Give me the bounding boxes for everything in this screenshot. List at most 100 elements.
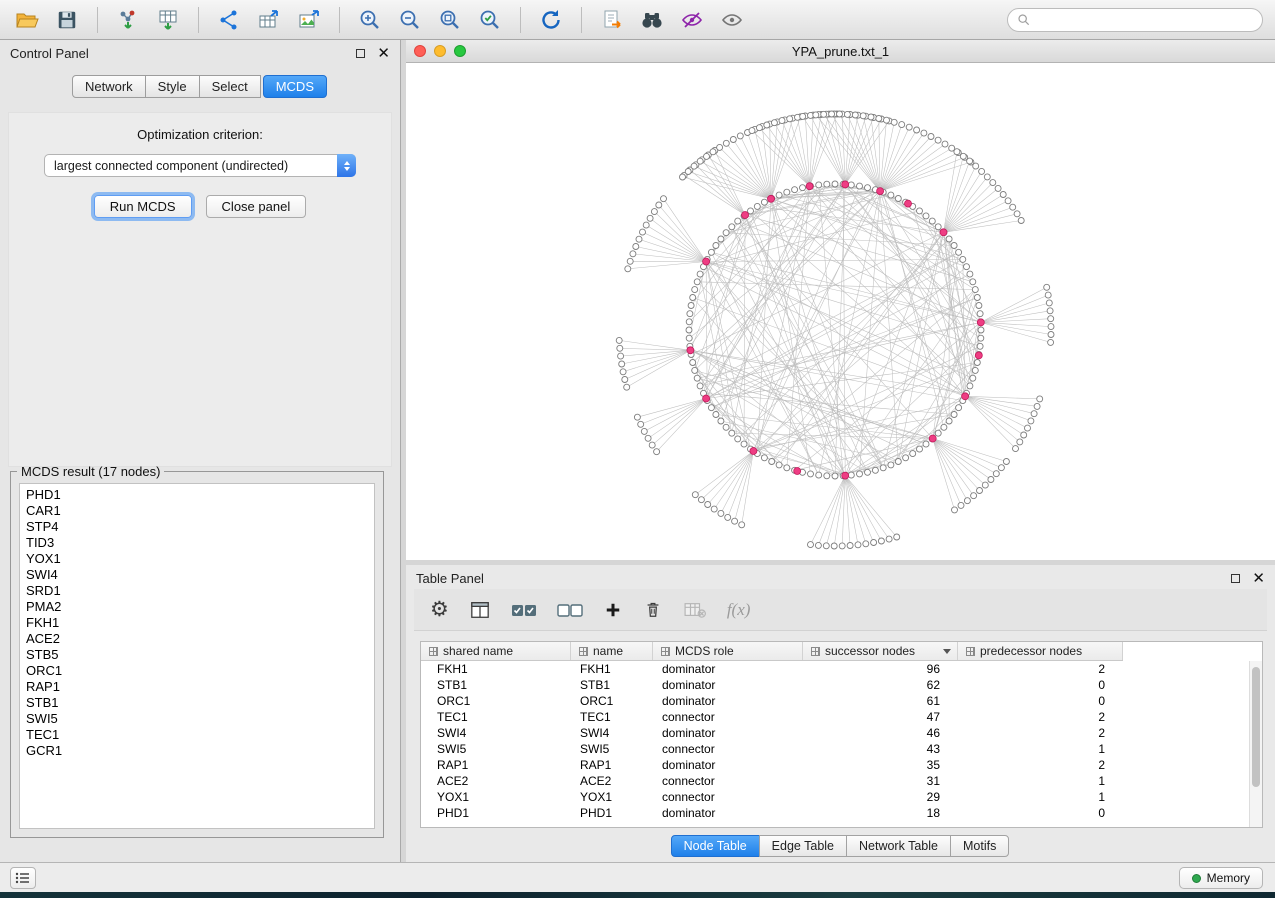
function-builder-button[interactable]: f(x) — [727, 595, 751, 625]
network-canvas[interactable] — [406, 63, 1275, 560]
table-tab-network-table[interactable]: Network Table — [846, 835, 951, 857]
network-window: YPA_prune.txt_1 — [406, 40, 1275, 560]
table-row[interactable]: ORC1ORC1dominator610 — [421, 693, 1262, 709]
column-header-name[interactable]: name — [571, 642, 653, 660]
zoom-out-button[interactable] — [393, 5, 427, 35]
network-graph — [406, 63, 1275, 560]
column-header-MCDS-role[interactable]: MCDS role — [653, 642, 803, 660]
mcds-result-item[interactable]: RAP1 — [26, 679, 374, 695]
table-row[interactable]: PHD1PHD1dominator180 — [421, 805, 1262, 821]
select-all-columns-button[interactable] — [511, 595, 537, 625]
table-tabs: Node TableEdge TableNetwork TableMotifs — [406, 835, 1275, 857]
delete-table-button[interactable] — [683, 595, 707, 625]
zoom-selected-button[interactable] — [473, 5, 507, 35]
main-toolbar — [0, 0, 1275, 40]
table-cell: 31 — [803, 774, 958, 788]
share-document-button[interactable] — [595, 5, 629, 35]
mcds-result-item[interactable]: ORC1 — [26, 663, 374, 679]
close-panel-button[interactable]: Close panel — [206, 195, 307, 218]
table-cell: 61 — [803, 694, 958, 708]
table-row[interactable]: TEC1TEC1connector472 — [421, 709, 1262, 725]
memory-label: Memory — [1207, 871, 1250, 885]
search-network-button[interactable] — [635, 5, 669, 35]
fx-icon: f(x) — [727, 600, 751, 620]
scrollbar-thumb[interactable] — [1252, 667, 1260, 787]
import-table-button[interactable] — [151, 5, 185, 35]
column-header-predecessor-nodes[interactable]: predecessor nodes — [958, 642, 1123, 660]
zoom-fit-button[interactable] — [433, 5, 467, 35]
mcds-result-item[interactable]: TEC1 — [26, 727, 374, 743]
window-maximize-button[interactable] — [454, 45, 466, 57]
column-header-shared-name[interactable]: shared name — [421, 642, 571, 660]
export-image-button[interactable] — [292, 5, 326, 35]
table-row[interactable]: YOX1YOX1connector291 — [421, 789, 1262, 805]
mcds-result-item[interactable]: PHD1 — [26, 487, 374, 503]
mcds-result-item[interactable]: STB5 — [26, 647, 374, 663]
refresh-view-button[interactable] — [534, 5, 568, 35]
table-cell: RAP1 — [421, 758, 571, 772]
table-panel-title: Table Panel — [416, 571, 484, 586]
table-cell: ACE2 — [571, 774, 653, 788]
mcds-result-item[interactable]: STB1 — [26, 695, 374, 711]
mcds-result-item[interactable]: SRD1 — [26, 583, 374, 599]
close-panel-icon[interactable]: ✕ — [377, 46, 390, 61]
mcds-result-item[interactable]: YOX1 — [26, 551, 374, 567]
window-close-button[interactable] — [414, 45, 426, 57]
deselect-all-columns-button[interactable] — [557, 595, 583, 625]
tab-select[interactable]: Select — [199, 75, 261, 98]
add-column-button[interactable] — [603, 595, 623, 625]
table-tab-node-table[interactable]: Node Table — [671, 835, 760, 857]
criterion-select[interactable]: largest connected component (undirected) — [44, 154, 356, 177]
control-panel: Control Panel ✕ Network Style Select MCD… — [0, 40, 401, 862]
column-header-successor-nodes[interactable]: successor nodes — [803, 642, 958, 660]
float-panel-icon[interactable] — [356, 49, 365, 58]
float-table-panel-icon[interactable] — [1231, 574, 1240, 583]
close-table-panel-icon[interactable]: ✕ — [1252, 571, 1265, 586]
mcds-result-item[interactable]: SWI4 — [26, 567, 374, 583]
table-tab-motifs[interactable]: Motifs — [950, 835, 1009, 857]
zoom-in-button[interactable] — [353, 5, 387, 35]
search-input[interactable] — [1032, 13, 1254, 27]
show-columns-button[interactable] — [469, 595, 491, 625]
table-cell: STB1 — [571, 678, 653, 692]
mcds-result-item[interactable]: CAR1 — [26, 503, 374, 519]
delete-column-button[interactable] — [643, 595, 663, 625]
mcds-result-item[interactable]: ACE2 — [26, 631, 374, 647]
table-scrollbar[interactable] — [1249, 661, 1262, 827]
import-network-button[interactable] — [111, 5, 145, 35]
mcds-result-item[interactable]: GCR1 — [26, 743, 374, 759]
memory-status-icon — [1192, 874, 1201, 883]
table-settings-button[interactable]: ⚙ — [430, 595, 449, 625]
table-row[interactable]: ACE2ACE2connector311 — [421, 773, 1262, 789]
save-session-button[interactable] — [50, 5, 84, 35]
mcds-result-item[interactable]: SWI5 — [26, 711, 374, 727]
table-row[interactable]: FKH1FKH1dominator962 — [421, 661, 1262, 677]
mcds-result-list[interactable]: PHD1CAR1STP4TID3YOX1SWI4SRD1PMA2FKH1ACE2… — [19, 483, 375, 829]
mcds-result-item[interactable]: STP4 — [26, 519, 374, 535]
export-table-button[interactable] — [252, 5, 286, 35]
hide-details-button[interactable] — [675, 5, 709, 35]
table-row[interactable]: SWI4SWI4dominator462 — [421, 725, 1262, 741]
table-row[interactable]: STB1STB1dominator620 — [421, 677, 1262, 693]
memory-button[interactable]: Memory — [1179, 867, 1263, 889]
tab-network[interactable]: Network — [72, 75, 146, 98]
tab-mcds[interactable]: MCDS — [263, 75, 327, 98]
table-tab-edge-table[interactable]: Edge Table — [759, 835, 847, 857]
show-details-button[interactable] — [715, 5, 749, 35]
window-minimize-button[interactable] — [434, 45, 446, 57]
open-session-button[interactable] — [10, 5, 44, 35]
table-row[interactable]: RAP1RAP1dominator352 — [421, 757, 1262, 773]
mcds-result-item[interactable]: FKH1 — [26, 615, 374, 631]
eye-icon — [720, 8, 744, 32]
table-cell: SWI5 — [421, 742, 571, 756]
mcds-result-item[interactable]: PMA2 — [26, 599, 374, 615]
mcds-result-item[interactable]: TID3 — [26, 535, 374, 551]
table-row[interactable]: SWI5SWI5connector431 — [421, 741, 1262, 757]
table-cell: 0 — [958, 694, 1123, 708]
tab-style[interactable]: Style — [145, 75, 200, 98]
panel-menu-button[interactable] — [10, 867, 36, 889]
export-network-button[interactable] — [212, 5, 246, 35]
column-type-icon — [661, 647, 670, 656]
run-mcds-button[interactable]: Run MCDS — [94, 195, 192, 218]
search-box[interactable] — [1007, 8, 1263, 32]
